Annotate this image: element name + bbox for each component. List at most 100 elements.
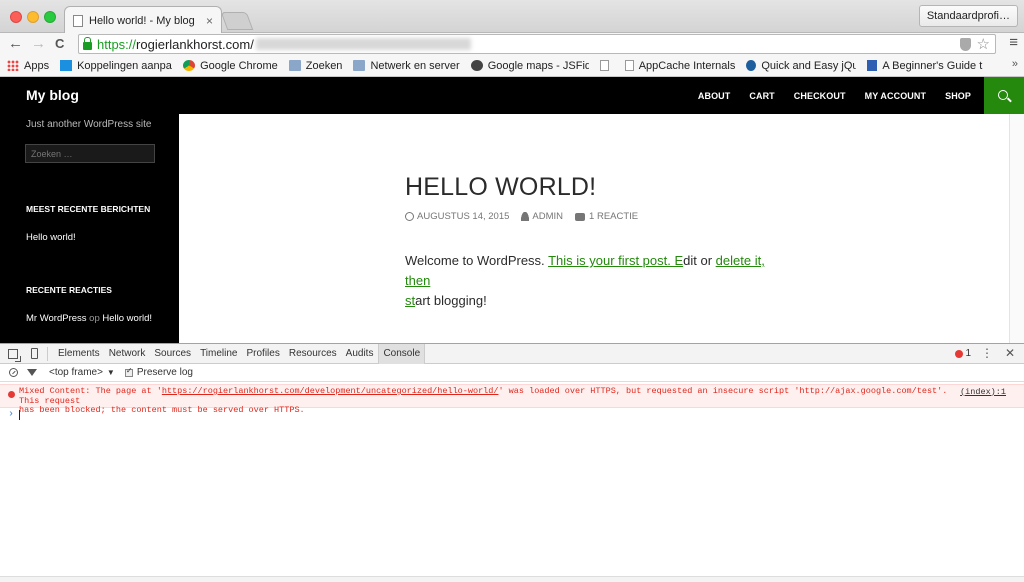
- browser-toolbar: ← → C https:// rogierlankhorst.com/ ☆ ≡: [0, 33, 1024, 55]
- page-icon: [624, 60, 634, 71]
- close-window-button[interactable]: [10, 11, 22, 23]
- apps-icon: [7, 60, 19, 71]
- error-text: Mixed Content: The page at 'https://rogi…: [19, 386, 953, 415]
- first-post-link[interactable]: This is your first post. E: [548, 253, 683, 268]
- site-header: My blog ABOUT CART CHECKOUT MY ACCOUNT S…: [0, 77, 1024, 114]
- post-author[interactable]: ADMIN: [521, 211, 563, 222]
- more-options-icon[interactable]: ⋮: [981, 346, 993, 360]
- tab-resources[interactable]: Resources: [285, 344, 341, 364]
- sidebar: Just another WordPress site MEEST RECENT…: [0, 114, 179, 343]
- tab-audits[interactable]: Audits: [342, 344, 378, 364]
- new-tab-button[interactable]: [220, 12, 254, 30]
- tab-title: Hello world! - My blog: [89, 14, 195, 27]
- bookmark-blank[interactable]: [599, 60, 614, 71]
- bookmark-google-maps[interactable]: Google maps - JSFid: [470, 60, 589, 72]
- minimize-window-button[interactable]: [27, 11, 39, 23]
- search-icon: [998, 89, 1008, 100]
- chrome-icon: [183, 60, 196, 71]
- devtools-tabbar: Elements Network Sources Timeline Profil…: [0, 343, 1024, 364]
- clear-console-icon[interactable]: [9, 368, 18, 377]
- search-toggle-button[interactable]: [984, 77, 1024, 114]
- folder-icon: [288, 60, 301, 71]
- nav-about[interactable]: ABOUT: [698, 91, 731, 101]
- url-path-blurred: [255, 38, 471, 50]
- post-date[interactable]: AUGUSTUS 14, 2015: [405, 211, 509, 222]
- reload-icon[interactable]: C: [55, 35, 64, 53]
- nav-checkout[interactable]: CHECKOUT: [794, 91, 846, 101]
- post-body: Welcome to WordPress. This is your first…: [405, 253, 765, 308]
- star-icon[interactable]: ☆: [977, 35, 990, 53]
- windows-icon: [60, 60, 73, 71]
- comment-post-link[interactable]: Hello world!: [102, 313, 152, 324]
- bookmarks-bar: Apps Koppelingen aanpas Google Chrome Zo…: [0, 55, 1024, 77]
- post-meta: AUGUSTUS 14, 2015 ADMIN 1 REACTIE: [405, 211, 650, 222]
- sidebar-search-input[interactable]: [25, 144, 155, 163]
- user-icon: [521, 212, 530, 221]
- preserve-log-label: Preserve log: [136, 367, 193, 378]
- close-devtools-icon[interactable]: ✕: [1005, 346, 1015, 360]
- jquery-icon: [746, 60, 757, 71]
- frame-select[interactable]: <top frame>: [49, 367, 103, 378]
- bookmark-zoeken[interactable]: Zoeken: [288, 60, 342, 72]
- divider: [47, 346, 48, 361]
- preserve-log-checkbox[interactable]: [124, 366, 133, 377]
- main-content: HELLO WORLD! AUGUSTUS 14, 2015 ADMIN 1 R…: [179, 114, 1009, 343]
- tab-close-icon[interactable]: ×: [206, 14, 213, 28]
- address-bar[interactable]: https:// rogierlankhorst.com/ ☆: [78, 34, 996, 54]
- bookmark-netwerk[interactable]: Netwerk en server: [353, 60, 460, 72]
- chrome-menu-icon[interactable]: ≡: [1009, 35, 1018, 51]
- post-comments[interactable]: 1 REACTIE: [575, 211, 638, 222]
- tab-sources[interactable]: Sources: [150, 344, 195, 364]
- profile-button[interactable]: Standaardprofi…: [918, 5, 1018, 27]
- error-count-badge[interactable]: 1: [955, 348, 971, 359]
- bookmark-koppelingen[interactable]: Koppelingen aanpas: [60, 60, 172, 72]
- page-viewport: My blog ABOUT CART CHECKOUT MY ACCOUNT S…: [0, 77, 1024, 343]
- error-page-link[interactable]: https://rogierlankhorst.com/development/…: [162, 386, 499, 396]
- bookmark-appcache[interactable]: AppCache Internals: [624, 60, 735, 72]
- page-icon: [73, 14, 83, 27]
- filter-icon[interactable]: [27, 369, 37, 376]
- recent-post-link[interactable]: Hello world!: [26, 232, 76, 243]
- comment-op-text: op: [89, 313, 100, 324]
- browser-tab[interactable]: Hello world! - My blog ×: [64, 6, 222, 34]
- chevron-down-icon[interactable]: ▼: [107, 368, 115, 377]
- window-titlebar: Hello world! - My blog × Standaardprofi…: [0, 0, 1024, 34]
- url-scheme: https://: [97, 36, 137, 52]
- console-input[interactable]: [19, 410, 20, 420]
- tab-elements[interactable]: Elements: [54, 344, 104, 364]
- back-icon[interactable]: ←: [8, 35, 23, 53]
- zoom-window-button[interactable]: [44, 11, 56, 23]
- comment-icon: [575, 212, 586, 221]
- start-link[interactable]: st: [405, 293, 415, 308]
- shield-icon[interactable]: [960, 38, 971, 51]
- tab-network[interactable]: Network: [105, 344, 150, 364]
- recent-comment: Mr WordPress op Hello world!: [26, 313, 152, 324]
- page-scrollbar[interactable]: [1009, 114, 1024, 343]
- bookmark-google-chrome[interactable]: Google Chrome: [183, 60, 278, 72]
- jsfiddle-icon: [470, 60, 483, 71]
- bookmarks-overflow-icon[interactable]: »: [1012, 58, 1018, 70]
- site-title[interactable]: My blog: [26, 87, 79, 103]
- tab-console[interactable]: Console: [378, 343, 426, 364]
- devtools-panel: Elements Network Sources Timeline Profil…: [0, 343, 1024, 582]
- console-prompt-icon: ›: [8, 409, 15, 420]
- folder-icon: [353, 60, 366, 71]
- error-source-link[interactable]: (index):1: [960, 387, 1006, 397]
- devtools-drawer-edge: [0, 576, 1024, 582]
- recent-comments-title: RECENTE REACTIES: [26, 285, 112, 295]
- bookmark-jquery[interactable]: Quick and Easy jQue: [746, 60, 856, 72]
- comment-author-link[interactable]: Mr WordPress: [26, 313, 87, 324]
- bookmark-beginners-guide[interactable]: A Beginner's Guide t: [867, 60, 989, 72]
- device-mode-icon[interactable]: [31, 348, 38, 359]
- forward-icon[interactable]: →: [31, 35, 46, 53]
- nav-my-account[interactable]: MY ACCOUNT: [865, 91, 927, 101]
- tab-timeline[interactable]: Timeline: [196, 344, 241, 364]
- site-tagline: Just another WordPress site: [26, 119, 152, 130]
- tab-profiles[interactable]: Profiles: [242, 344, 283, 364]
- bookmark-apps[interactable]: Apps: [7, 60, 49, 72]
- nav-shop[interactable]: SHOP: [945, 91, 971, 101]
- post-title: HELLO WORLD!: [405, 173, 597, 201]
- nav-cart[interactable]: CART: [749, 91, 774, 101]
- page-icon: [599, 60, 609, 71]
- inspect-element-icon[interactable]: [8, 348, 21, 362]
